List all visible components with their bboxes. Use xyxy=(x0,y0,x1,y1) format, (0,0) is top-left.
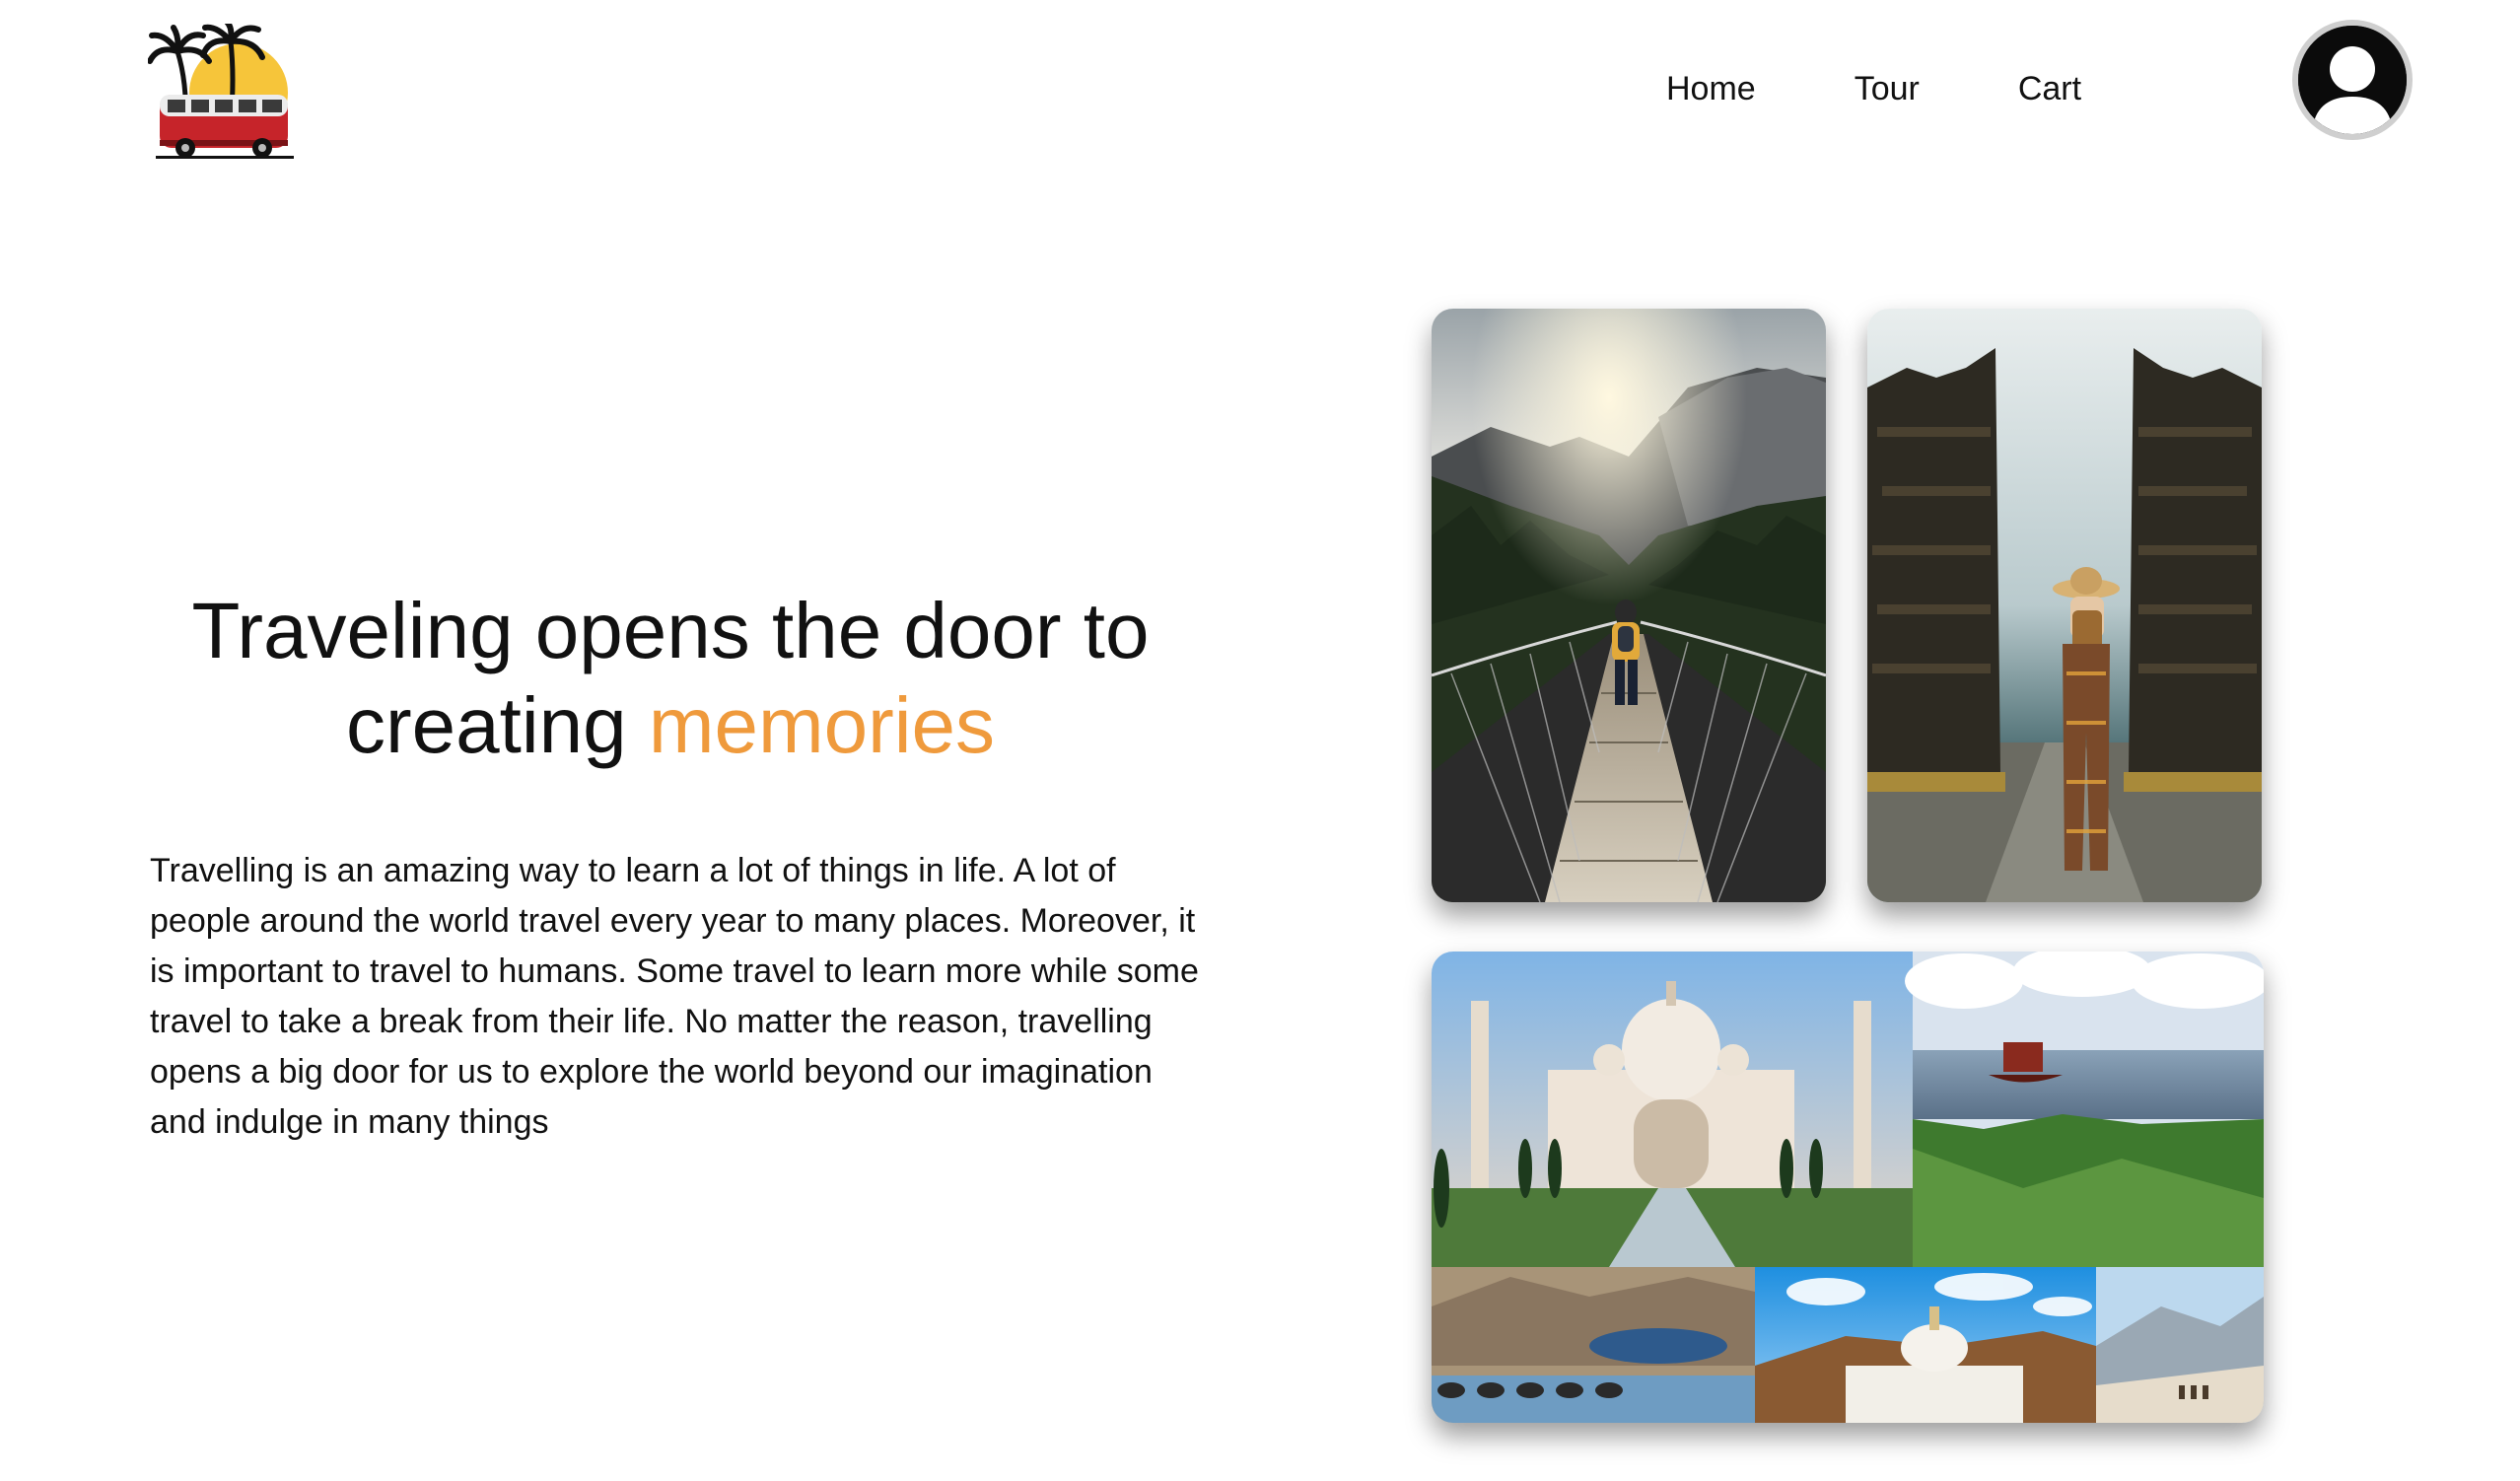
hero-title-line1: Traveling opens the door to xyxy=(191,587,1150,674)
main-nav: Home Tour Cart xyxy=(1666,65,2081,112)
hero-title-accent: memories xyxy=(648,681,995,769)
hero-description: Travelling is an amazing way to learn a … xyxy=(150,852,1199,1141)
bali-temple-gate-photo xyxy=(1867,309,2262,902)
hero-title-line2: creating xyxy=(345,681,649,769)
hero-title: Traveling opens the door to creating mem… xyxy=(148,584,1193,773)
nav-home-link[interactable]: Home xyxy=(1666,65,1756,112)
logo-icon[interactable] xyxy=(148,24,306,162)
user-avatar-icon[interactable] xyxy=(2292,20,2413,140)
page: Home Tour Cart Traveling opens the door … xyxy=(0,0,2520,1481)
suspension-bridge-photo xyxy=(1432,309,1826,902)
nav-tour-link[interactable]: Tour xyxy=(1855,65,1920,112)
india-landmarks-collage-photo xyxy=(1432,952,2264,1423)
nav-cart-link[interactable]: Cart xyxy=(2018,65,2081,112)
